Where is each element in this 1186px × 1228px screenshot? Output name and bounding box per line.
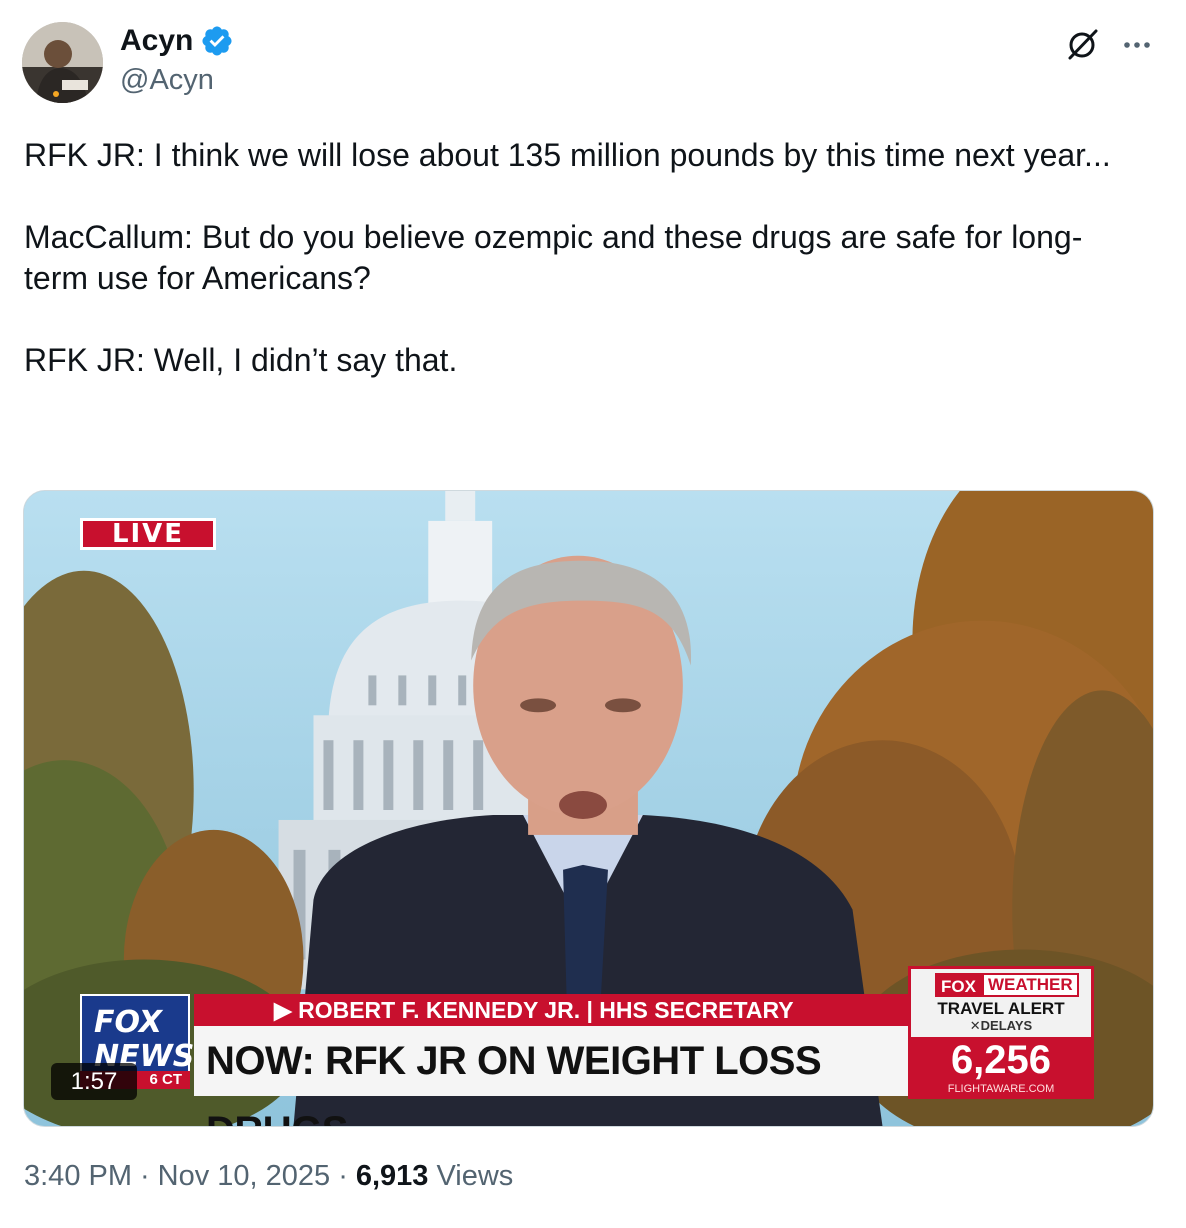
grok-icon[interactable]: [1066, 27, 1100, 61]
more-icon[interactable]: [1120, 28, 1154, 62]
live-badge: LIVE: [80, 518, 216, 550]
fox-logo-line1: FOX: [94, 1005, 163, 1040]
chyron-name: ▶ ROBERT F. KENNEDY JR. | HHS SECRETARY: [194, 994, 908, 1026]
verified-badge-icon[interactable]: [200, 24, 234, 58]
tweet-paragraph: MacCallum: But do you believe ozempic an…: [24, 219, 1083, 296]
fox-weather-logo: FOX WEATHER: [935, 973, 1079, 997]
weather-alert-subtitle: ✕DELAYS: [969, 1018, 1033, 1033]
author-display-name[interactable]: Acyn: [120, 24, 193, 58]
views-label: Views: [436, 1160, 514, 1192]
video-duration-badge: 1:57: [51, 1063, 137, 1100]
tweet-text: RFK JR: I think we will lose about 135 m…: [24, 135, 1144, 381]
tweet-time[interactable]: 3:40 PM: [24, 1160, 132, 1193]
separator-dot: ·: [338, 1160, 348, 1192]
views-count: 6,913: [355, 1160, 429, 1192]
separator-dot: ·: [140, 1160, 150, 1192]
author-handle[interactable]: @Acyn: [120, 64, 214, 97]
avatar-image: [22, 22, 103, 103]
tweet-paragraph: RFK JR: I think we will lose about 135 m…: [24, 137, 1111, 173]
weather-brand-fox: FOX: [935, 973, 982, 997]
weather-alert-box: FOX WEATHER TRAVEL ALERT ✕DELAYS 6,256 F…: [908, 966, 1094, 1099]
weather-source: FLIGHTAWARE.COM: [911, 1083, 1091, 1097]
avatar[interactable]: [22, 22, 103, 103]
weather-brand-weather: WEATHER: [981, 973, 1079, 997]
tweet-paragraph: RFK JR: Well, I didn’t say that.: [24, 342, 458, 378]
tweet-date[interactable]: Nov 10, 2025: [158, 1160, 331, 1193]
weather-delay-count: 6,256: [911, 1037, 1091, 1083]
chyron-headline: NOW: RFK JR ON WEIGHT LOSS DRUGS: [194, 1026, 908, 1126]
tweet-meta: 3:40 PM · Nov 10, 2025 · 6,913 Views: [24, 1160, 513, 1193]
video-player[interactable]: LIVE FOX NEWS 6 CT ▶ ROBERT F. KENNEDY J…: [23, 490, 1154, 1127]
author-name-row: Acyn: [120, 24, 234, 58]
weather-alert-title: TRAVEL ALERT: [937, 999, 1065, 1018]
